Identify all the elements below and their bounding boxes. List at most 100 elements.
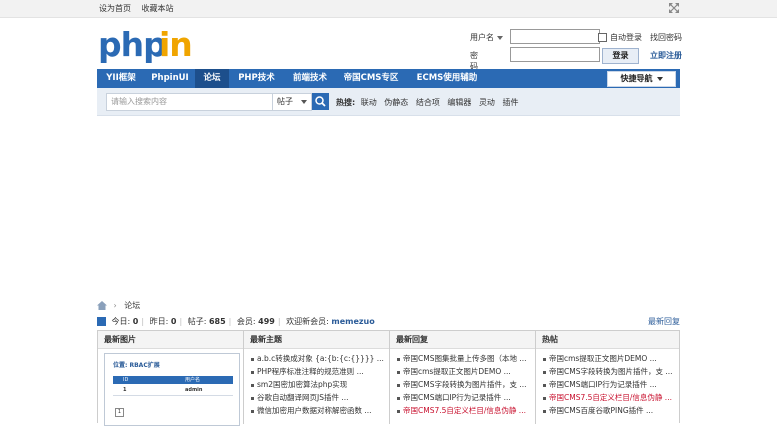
latest-reply-link[interactable]: 最新回复 [648, 316, 680, 327]
top-links: 设为首页 收藏本站 [99, 3, 182, 14]
bullet-icon [397, 357, 400, 361]
column-title: 最新主题 [244, 331, 389, 349]
hot-label: 热搜: [336, 98, 356, 107]
hot-term[interactable]: 灵动 [479, 98, 495, 107]
search-type-select[interactable]: 帖子 [272, 93, 312, 111]
latest-topics-column: 最新主题 a.b.c转换成对象 {a:{b:{c:{}}}} ... PHP程序… [244, 331, 390, 424]
list-item[interactable]: 帝国CMS百度谷歌PING插件 ... [543, 404, 679, 417]
nav-item-php[interactable]: PHP技术 [229, 69, 284, 88]
list-item[interactable]: 帝国cms提取正文图片DEMO ... [397, 365, 535, 378]
svg-text:in: in [159, 25, 192, 64]
quick-nav-button[interactable]: 快捷导航 [607, 71, 676, 87]
forgot-password-link[interactable]: 找回密码 [650, 32, 682, 43]
thumb-row-id: 1 [123, 387, 127, 393]
posts-count: 685 [208, 317, 226, 326]
site-logo[interactable]: php in [98, 22, 198, 66]
posts-label: 帖子: [187, 317, 207, 326]
nav-item-ecms-help[interactable]: ECMS使用辅助 [406, 69, 488, 88]
list-item[interactable]: 帝国CMS字段转换为图片插件，支 ... [543, 365, 679, 378]
hot-searches: 热搜: 联动 伪静态 结合项 编辑器 灵动 插件 [336, 97, 523, 108]
hot-term[interactable]: 伪静态 [384, 98, 408, 107]
hot-term[interactable]: 联动 [361, 98, 377, 107]
home-icon[interactable] [97, 301, 107, 310]
today-label: 今日: [111, 317, 131, 326]
members-label: 会员: [236, 317, 256, 326]
login-button[interactable]: 登录 [602, 48, 639, 64]
bookmark-link[interactable]: 收藏本站 [142, 4, 174, 13]
yesterday-label: 昨日: [149, 317, 169, 326]
main-nav: YII框架 PhpinUI 论坛 PHP技术 前端技术 帝国CMS专区 ECMS… [97, 69, 680, 88]
list-item[interactable]: a.b.c转换成对象 {a:{b:{c:{}}}} ... [251, 352, 389, 365]
thumb-box: 1 [115, 408, 124, 417]
thumb-table-header: ID 用户名 [113, 376, 233, 384]
list-item[interactable]: 谷歌自动翻译网页JS插件 ... [251, 391, 389, 404]
column-title: 最新回复 [390, 331, 535, 349]
bullet-icon [251, 357, 254, 361]
latest-images-column: 最新图片 位置: RBAC扩展 ID 用户名 1 admin 1 [98, 331, 244, 426]
register-link[interactable]: 立即注册 [650, 50, 682, 61]
list-item[interactable]: 帝国CMS图集批量上传多图（本地 ... [397, 352, 535, 365]
list-item[interactable]: 微信加密用户数据对称解密函数 ... [251, 404, 389, 417]
divider: | [179, 317, 183, 326]
list-item[interactable]: 帝国CMS7.5自定义栏目/信息伪静 ... [397, 404, 535, 417]
nav-item-phpinui[interactable]: PhpinUI [145, 69, 195, 88]
username-input[interactable] [510, 29, 600, 44]
nav-item-empirecms[interactable]: 帝国CMS专区 [336, 69, 406, 88]
divider: | [141, 317, 145, 326]
breadcrumb-separator: › [113, 301, 117, 310]
list-item[interactable]: 帝国CMS端口IP行为记录插件 ... [543, 378, 679, 391]
column-title: 最新图片 [98, 331, 243, 349]
members-count: 499 [258, 317, 275, 326]
thumb-row-name: admin [185, 387, 203, 393]
checkbox-icon[interactable] [598, 33, 607, 42]
bullet-icon [251, 396, 254, 400]
hot-term[interactable]: 插件 [502, 98, 518, 107]
bullet-icon [543, 357, 546, 361]
bullet-icon [251, 409, 254, 413]
breadcrumb-current: 论坛 [124, 301, 141, 310]
latest-replies-column: 最新回复 帝国CMS图集批量上传多图（本地 ... 帝国cms提取正文图片DEM… [390, 331, 536, 424]
bullet-icon [397, 409, 400, 413]
list-item[interactable]: sm2国密加密算法php实现 [251, 378, 389, 391]
chevron-down-icon [301, 100, 307, 104]
bullet-icon [543, 409, 546, 413]
new-member-link[interactable]: memezuo [331, 317, 374, 326]
breadcrumb: › 论坛 [97, 300, 140, 311]
hot-term[interactable]: 结合项 [416, 98, 440, 107]
chevron-down-icon [656, 76, 663, 81]
list-item[interactable]: 帝国CMS7.5自定义栏目/信息伪静 ... [543, 391, 679, 404]
username-label[interactable]: 用户名 [470, 32, 510, 43]
list-item[interactable]: PHP程序标准注释的规范准则 ... [251, 365, 389, 378]
password-input[interactable] [510, 47, 600, 62]
bullet-icon [397, 396, 400, 400]
list-item[interactable]: 帝国CMS端口IP行为记录插件 ... [397, 391, 535, 404]
search-button[interactable] [312, 93, 329, 110]
image-thumbnail[interactable]: 位置: RBAC扩展 ID 用户名 1 admin 1 [104, 353, 240, 426]
column-title: 热帖 [536, 331, 679, 349]
bullet-icon [251, 383, 254, 387]
divider: | [277, 317, 281, 326]
nav-item-yii[interactable]: YII框架 [97, 69, 145, 88]
chevron-down-icon [497, 35, 503, 40]
svg-text:php: php [98, 25, 166, 64]
bullet-icon [251, 370, 254, 374]
hot-term[interactable]: 编辑器 [447, 98, 471, 107]
bullet-icon [543, 396, 546, 400]
expand-arrows-icon[interactable] [668, 2, 680, 14]
search-input[interactable]: 请输入搜索内容 [106, 93, 277, 111]
today-count: 0 [132, 317, 139, 326]
thumb-title: 位置: RBAC扩展 [113, 362, 160, 369]
nav-item-forum[interactable]: 论坛 [195, 69, 229, 88]
forum-stats: 今日: 0 | 昨日: 0 | 帖子: 685 | 会员: 499 | 欢迎新会员: m… [97, 316, 680, 327]
thumb-col-user: 用户名 [185, 377, 201, 383]
list-item[interactable]: 帝国cms提取正文图片DEMO ... [543, 352, 679, 365]
hot-posts-column: 热帖 帝国cms提取正文图片DEMO ... 帝国CMS字段转换为图片插件，支 … [536, 331, 679, 424]
nav-item-frontend[interactable]: 前端技术 [284, 69, 336, 88]
set-home-link[interactable]: 设为首页 [99, 4, 131, 13]
auto-login-checkbox[interactable]: 自动登录 [598, 32, 642, 43]
bullet-icon [397, 370, 400, 374]
thumb-table-row: 1 admin [113, 385, 233, 396]
forum-overview-grid: 最新图片 位置: RBAC扩展 ID 用户名 1 admin 1 最新主题 a.… [97, 330, 680, 426]
list-item[interactable]: 帝国CMS字段转换为图片插件，支 ... [397, 378, 535, 391]
bullet-icon [397, 383, 400, 387]
